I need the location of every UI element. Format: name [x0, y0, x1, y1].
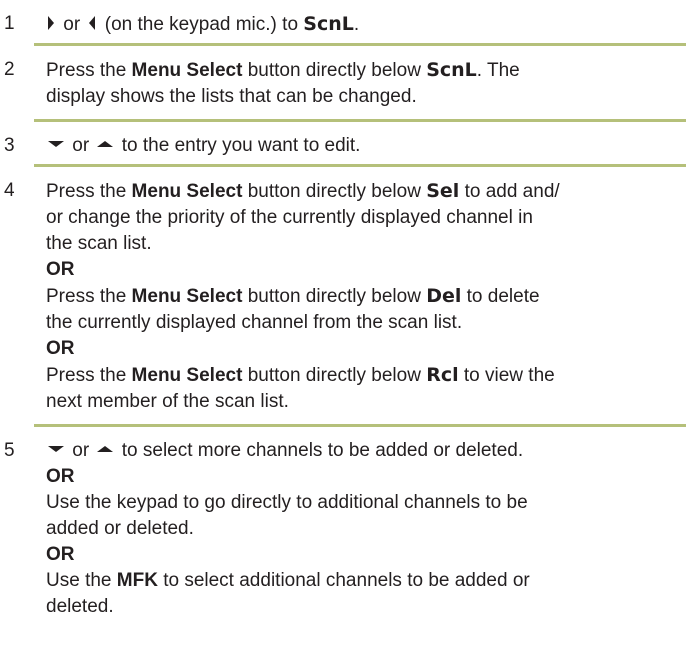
step-5-option-2-line-1: Use the keypad to go directly to additio…	[46, 492, 528, 513]
step-4-option-1-line-3: the scan list.	[46, 233, 152, 254]
step-4: 4 Press the Menu Select button directly …	[0, 178, 686, 415]
step-4-option-3-line-2: next member of the scan list.	[46, 391, 289, 412]
divider-rule	[34, 164, 686, 167]
key-name-mfk: MFK	[116, 570, 158, 591]
display-label-sel: Sel	[426, 180, 460, 202]
step-text: to delete	[466, 286, 540, 307]
step-text: to the entry you want to edit.	[121, 135, 361, 156]
step-1: 1 or (on the keypad mic.) to ScnL.	[0, 11, 686, 38]
left-arrow-icon	[89, 16, 96, 31]
down-arrow-icon	[48, 446, 64, 453]
step-2-line-1: Press the Menu Select button directly be…	[46, 57, 680, 84]
divider-rule	[34, 119, 686, 122]
down-arrow-icon	[48, 141, 64, 148]
step-1-text: or (on the keypad mic.) to ScnL.	[46, 11, 680, 38]
step-4-option-1-line-2: or change the priority of the currently …	[46, 207, 533, 228]
step-text: Press the	[46, 60, 127, 81]
step-number: 3	[4, 135, 15, 156]
or-separator: OR	[46, 259, 75, 280]
step-end: .	[353, 14, 360, 35]
or-separator: OR	[46, 338, 75, 359]
step-text: (on the keypad mic.) to	[104, 14, 299, 35]
step-number: 2	[4, 59, 15, 80]
up-arrow-icon	[97, 446, 114, 453]
step-text: Use the	[46, 570, 112, 591]
display-label-rcl: Rcl	[426, 364, 459, 386]
step-text: button directly below	[247, 181, 421, 202]
step-text: . The	[476, 60, 520, 81]
step-text: Press the	[46, 286, 127, 307]
or-word: or	[72, 440, 90, 461]
or-word: or	[63, 14, 81, 35]
step-5: 5 or to select more channels to be added…	[0, 438, 686, 620]
step-5-option-3-line-2: deleted.	[46, 596, 114, 617]
step-5-option-2-line-2: added or deleted.	[46, 518, 194, 539]
step-text: to add and/	[464, 181, 560, 202]
step-4-option-2-line-1: Press the Menu Select button directly be…	[46, 283, 680, 310]
or-separator: OR	[46, 466, 75, 487]
divider-rule	[34, 43, 686, 46]
step-2: 2 Press the Menu Select button directly …	[0, 57, 686, 110]
display-label-scnl: ScnL	[426, 59, 477, 81]
step-3: 3 or to the entry you want to edit.	[0, 133, 686, 159]
step-text: button directly below	[247, 286, 421, 307]
step-text: button directly below	[247, 60, 421, 81]
procedure-document: 1 or (on the keypad mic.) to ScnL. 2 Pre…	[0, 0, 686, 620]
step-number: 5	[4, 440, 15, 461]
divider-rule	[34, 424, 686, 427]
step-2-line-2: display shows the lists that can be chan…	[46, 86, 417, 107]
or-word: or	[72, 135, 90, 156]
display-label-scnl: ScnL	[303, 13, 354, 35]
step-4-option-3-line-1: Press the Menu Select button directly be…	[46, 362, 680, 389]
step-number: 1	[4, 13, 15, 34]
step-3-text: or to the entry you want to edit.	[46, 133, 680, 159]
step-number: 4	[4, 180, 15, 201]
or-separator: OR	[46, 544, 75, 565]
step-text: to select more channels to be added or d…	[121, 440, 524, 461]
step-4-option-2-line-2: the currently displayed channel from the…	[46, 312, 463, 333]
right-arrow-icon	[48, 16, 54, 31]
step-5-option-3-line-1: Use the MFK to select additional channel…	[46, 568, 680, 594]
step-text: Press the	[46, 181, 127, 202]
step-text: to view the	[463, 365, 555, 386]
step-text: Press the	[46, 365, 127, 386]
button-name: Menu Select	[131, 286, 243, 307]
step-4-option-1-line-1: Press the Menu Select button directly be…	[46, 178, 680, 205]
display-label-del: Del	[426, 285, 462, 307]
button-name: Menu Select	[131, 365, 243, 386]
step-text: button directly below	[247, 365, 421, 386]
up-arrow-icon	[97, 141, 114, 148]
step-text: to select additional channels to be adde…	[163, 570, 530, 591]
button-name: Menu Select	[131, 181, 243, 202]
button-name: Menu Select	[131, 60, 243, 81]
step-5-option-1: or to select more channels to be added o…	[46, 438, 680, 464]
